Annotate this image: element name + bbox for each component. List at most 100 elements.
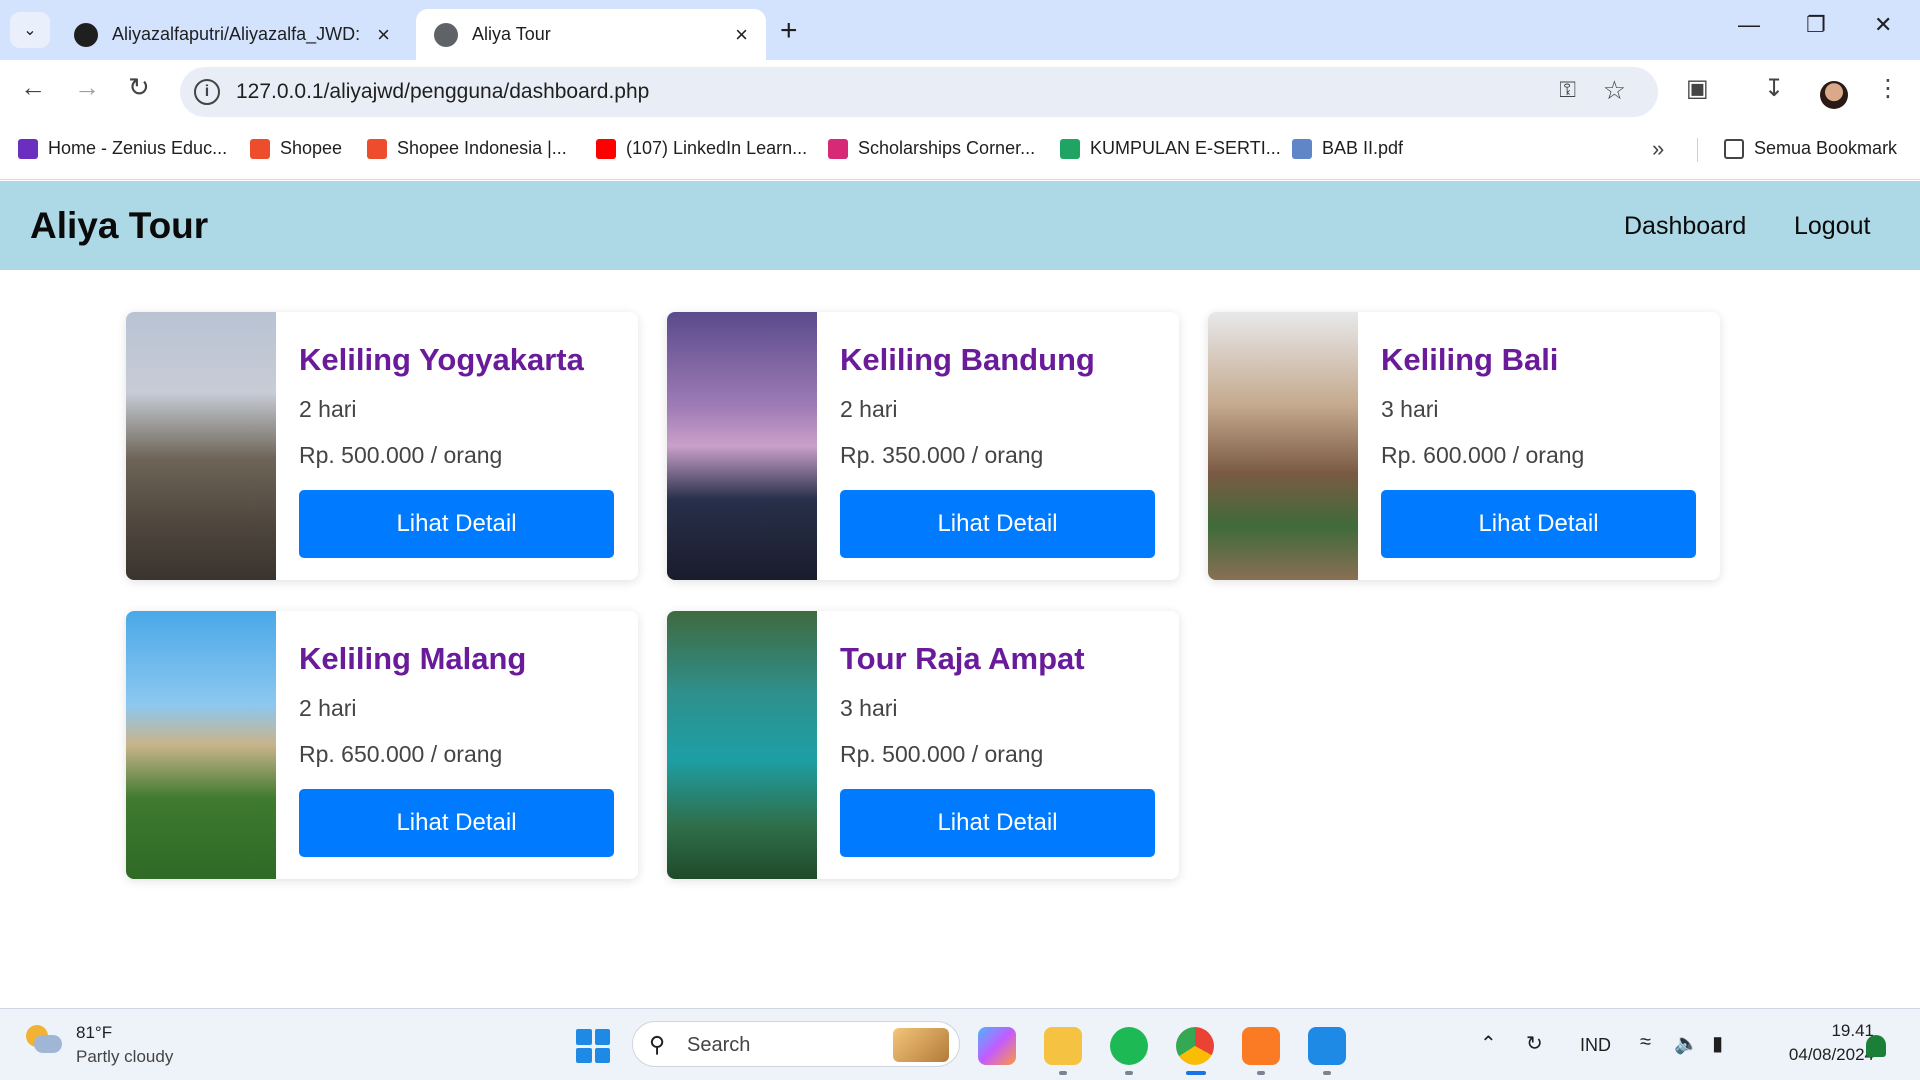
tour-card: Keliling Bali 3 hari Rp. 600.000 / orang… [1208,312,1720,580]
running-indicator [1323,1071,1331,1075]
chevron-up-icon[interactable]: ⌃ [1480,1031,1497,1056]
bookmark-label: KUMPULAN E-SERTI... [1090,138,1281,158]
spotify-icon[interactable] [1110,1027,1148,1065]
zenius-icon [18,138,38,159]
tab-aliya-tour[interactable]: Aliya Tour × [416,9,766,60]
restore-icon[interactable]: ❐ [1806,12,1826,38]
extensions-icon[interactable]: ▣ [1686,74,1709,103]
new-tab-button[interactable]: + [780,14,798,48]
download-icon[interactable]: ↧ [1764,74,1784,103]
tab-title: Aliya Tour [472,24,551,44]
battery-icon[interactable]: ▮ [1712,1031,1723,1056]
forward-arrow-icon[interactable]: → [74,72,100,103]
bookmark-label: (107) LinkedIn Learn... [626,138,808,158]
bookmark-label: Shopee Indonesia |... [397,138,567,158]
youtube-icon [596,138,616,159]
password-key-icon[interactable]: ⚿ [1559,77,1576,103]
bookmark-item[interactable]: Home - Zenius Educ... [18,138,227,159]
site-info-icon[interactable]: i [194,79,220,105]
tour-duration: 3 hari [840,695,898,721]
tour-duration: 2 hari [840,396,898,422]
bookmark-item[interactable]: BAB II.pdf [1292,138,1403,159]
tour-image [1208,312,1358,580]
tab-title: Aliyazalfaputri/Aliyazalfa_JWD: [112,24,361,44]
wifi-icon[interactable]: ≈ [1640,1031,1651,1054]
bookmark-item[interactable]: (107) LinkedIn Learn... [596,138,807,159]
detail-button[interactable]: Lihat Detail [299,789,614,857]
taskbar-search[interactable]: ⚲ Search [632,1021,960,1067]
chrome-icon[interactable] [1176,1027,1214,1065]
github-icon [74,22,98,47]
tour-price: Rp. 650.000 / orang [299,741,503,767]
detail-button[interactable]: Lihat Detail [840,490,1155,558]
address-bar[interactable]: i 127.0.0.1/aliyajwd/pengguna/dashboard.… [180,67,1658,117]
bookmark-item[interactable]: KUMPULAN E-SERTI... [1060,138,1281,159]
bookmark-star-icon[interactable]: ☆ [1603,75,1626,106]
all-bookmarks-folder[interactable]: Semua Bookmark [1724,138,1897,159]
bookmark-item[interactable]: Scholarships Corner... [828,138,1035,159]
vscode-icon[interactable] [1308,1027,1346,1065]
window-close-icon[interactable]: ✕ [1874,12,1892,38]
tour-image [126,611,276,879]
close-icon[interactable]: × [377,22,390,48]
clock-date[interactable]: 04/08/2024 [1789,1045,1874,1065]
detail-button[interactable]: Lihat Detail [299,490,614,558]
site-header: Aliya Tour Dashboard Logout [0,181,1920,270]
weather-temperature[interactable]: 81°F [76,1023,112,1043]
search-highlight-image [893,1028,949,1062]
running-indicator [1059,1071,1067,1075]
weather-partly-cloudy-icon[interactable] [26,1025,62,1057]
shopee-icon [367,138,387,159]
detail-button[interactable]: Lihat Detail [1381,490,1696,558]
brand-title: Aliya Tour [30,205,209,246]
bookmark-label: Semua Bookmark [1754,138,1898,158]
xampp-icon[interactable] [1242,1027,1280,1065]
browser-toolbar: ← → ↻ i 127.0.0.1/aliyajwd/pengguna/dash… [0,60,1920,120]
tour-name: Tour Raja Ampat [840,641,1085,676]
tour-image [126,312,276,580]
bookmark-item[interactable]: Shopee Indonesia |... [367,138,567,159]
tour-name: Keliling Yogyakarta [299,342,584,377]
weather-description[interactable]: Partly cloudy [76,1047,173,1067]
tab-github[interactable]: Aliyazalfaputri/Aliyazalfa_JWD: × [56,9,408,60]
bookmark-label: Shopee [280,138,343,158]
windows-taskbar: 81°F Partly cloudy ⚲ Search ⌃ ↻ IND ≈ 🔈 … [0,1008,1920,1080]
tour-name: Keliling Malang [299,641,527,676]
bookmarks-bar: Home - Zenius Educ... Shopee Shopee Indo… [0,120,1920,180]
more-bookmarks-icon[interactable]: » [1652,136,1664,162]
notification-bell-icon[interactable] [1866,1035,1886,1057]
copilot-icon[interactable] [978,1027,1016,1065]
instagram-icon [828,138,848,159]
url-text[interactable]: 127.0.0.1/aliyajwd/pengguna/dashboard.ph… [236,80,649,104]
tour-card: Keliling Malang 2 hari Rp. 650.000 / ora… [126,611,638,879]
menu-kebab-icon[interactable]: ⋮ [1876,74,1900,103]
tour-price: Rp. 600.000 / orang [1381,442,1585,468]
close-icon[interactable]: × [735,22,748,48]
tab-search-button[interactable]: ⌄ [10,12,50,48]
sync-icon[interactable]: ↻ [1526,1031,1543,1056]
nav-dashboard-link[interactable]: Dashboard [1624,212,1746,241]
back-arrow-icon[interactable]: ← [20,72,46,103]
volume-icon[interactable]: 🔈 [1674,1031,1699,1056]
shopee-icon [250,138,270,159]
nav-logout-link[interactable]: Logout [1794,212,1870,241]
browser-tab-bar: ⌄ Aliyazalfaputri/Aliyazalfa_JWD: × Aliy… [0,0,1920,60]
tour-duration: 2 hari [299,396,357,422]
file-explorer-icon[interactable] [1044,1027,1082,1065]
reload-icon[interactable]: ↻ [128,72,150,103]
tour-card: Keliling Bandung 2 hari Rp. 350.000 / or… [667,312,1179,580]
detail-button[interactable]: Lihat Detail [840,789,1155,857]
profile-avatar[interactable] [1820,81,1848,109]
bookmarks-divider [1697,138,1698,162]
bookmark-label: BAB II.pdf [1322,138,1404,158]
minimize-icon[interactable]: — [1738,12,1760,38]
active-indicator [1186,1071,1206,1075]
language-indicator[interactable]: IND [1580,1035,1611,1056]
windows-start-icon[interactable] [576,1029,610,1063]
tour-image [667,312,817,580]
bookmark-label: Home - Zenius Educ... [48,138,228,158]
tour-price: Rp. 500.000 / orang [840,741,1044,767]
bookmark-item[interactable]: Shopee [250,138,342,159]
tour-name: Keliling Bali [1381,342,1559,377]
tour-price: Rp. 350.000 / orang [840,442,1044,468]
